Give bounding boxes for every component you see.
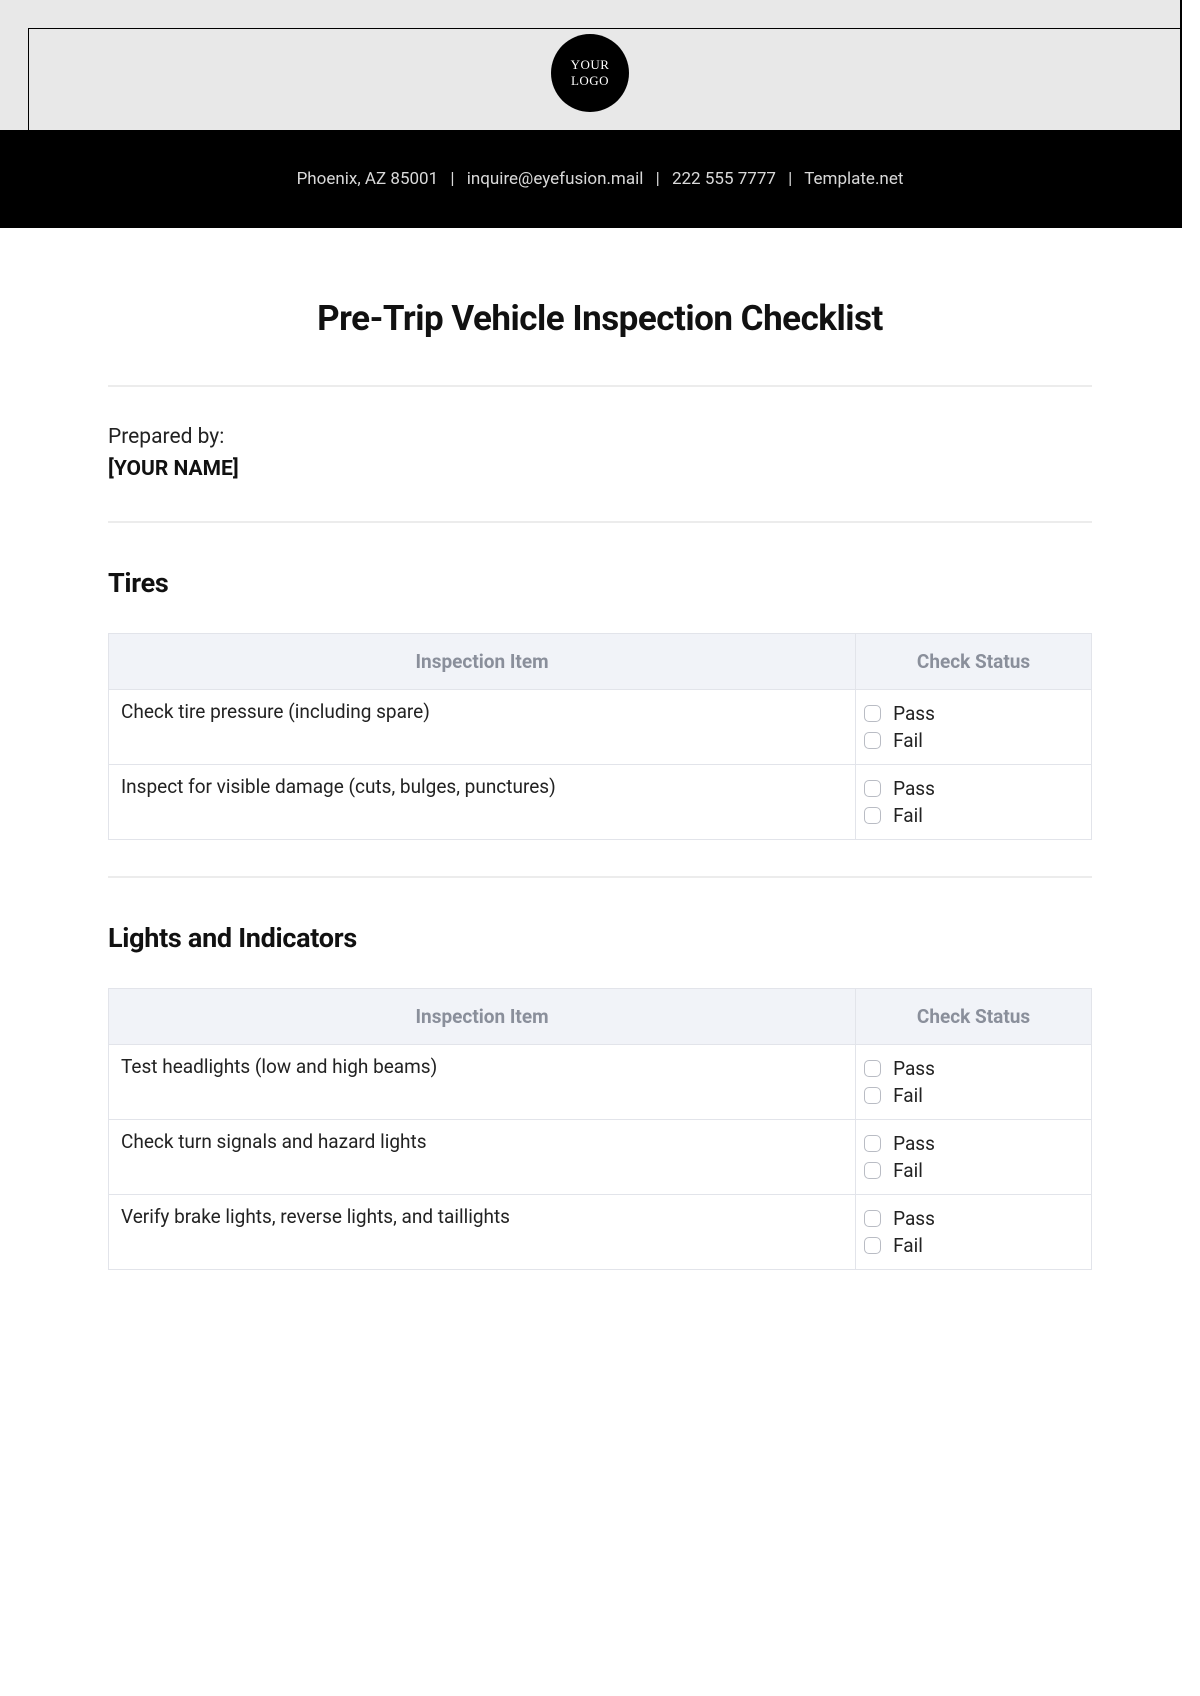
inspection-item: Inspect for visible damage (cuts, bulges… — [109, 765, 856, 840]
header-black-band: Phoenix, AZ 85001 | inquire@eyefusion.ma… — [0, 130, 1200, 228]
logo-line-2: LOGO — [571, 73, 609, 89]
check-option-fail[interactable]: Fail — [864, 1084, 1083, 1107]
checkbox-icon[interactable] — [864, 705, 881, 722]
separator-icon: | — [450, 169, 454, 189]
inspection-item: Check tire pressure (including spare) — [109, 690, 856, 765]
header-top-area: YOUR LOGO — [0, 0, 1182, 130]
check-option-fail[interactable]: Fail — [864, 1234, 1083, 1257]
check-label: Pass — [893, 1207, 935, 1230]
check-option-pass[interactable]: Pass — [864, 1132, 1083, 1155]
header-phone: 222 555 7777 — [672, 169, 776, 189]
table-row: Inspect for visible damage (cuts, bulges… — [109, 765, 1092, 840]
table-row: Test headlights (low and high beams) Pas… — [109, 1045, 1092, 1120]
separator-icon: | — [656, 169, 660, 189]
header-right-margin — [1182, 130, 1200, 228]
checkbox-icon[interactable] — [864, 1237, 881, 1254]
page-title: Pre-Trip Vehicle Inspection Checklist — [108, 298, 1092, 339]
inspection-item: Test headlights (low and high beams) — [109, 1045, 856, 1120]
check-option-pass[interactable]: Pass — [864, 702, 1083, 725]
check-label: Fail — [893, 729, 923, 752]
checkbox-icon[interactable] — [864, 1162, 881, 1179]
column-header-item: Inspection Item — [109, 989, 856, 1045]
prepared-by-name: [YOUR NAME] — [108, 457, 1092, 481]
prepared-by-block: Prepared by: [YOUR NAME] — [108, 387, 1092, 521]
table-row: Verify brake lights, reverse lights, and… — [109, 1195, 1092, 1270]
separator-icon: | — [788, 169, 792, 189]
content-area: Pre-Trip Vehicle Inspection Checklist Pr… — [0, 228, 1200, 1270]
checkbox-icon[interactable] — [864, 1060, 881, 1077]
table-tires: Inspection Item Check Status Check tire … — [108, 633, 1092, 840]
header-contact-info: Phoenix, AZ 85001 | inquire@eyefusion.ma… — [297, 169, 904, 189]
status-cell: Pass Fail — [856, 765, 1092, 840]
check-label: Fail — [893, 1234, 923, 1257]
page-frame: YOUR LOGO Phoenix, AZ 85001 | inquire@ey… — [0, 0, 1200, 1270]
check-label: Pass — [893, 1132, 935, 1155]
check-label: Fail — [893, 804, 923, 827]
header-address: Phoenix, AZ 85001 — [297, 169, 439, 189]
status-cell: Pass Fail — [856, 1045, 1092, 1120]
check-option-pass[interactable]: Pass — [864, 1057, 1083, 1080]
check-label: Pass — [893, 777, 935, 800]
checkbox-icon[interactable] — [864, 732, 881, 749]
status-cell: Pass Fail — [856, 1195, 1092, 1270]
inspection-item: Verify brake lights, reverse lights, and… — [109, 1195, 856, 1270]
checkbox-icon[interactable] — [864, 780, 881, 797]
checkbox-icon[interactable] — [864, 807, 881, 824]
check-label: Fail — [893, 1159, 923, 1182]
check-option-fail[interactable]: Fail — [864, 804, 1083, 827]
check-option-pass[interactable]: Pass — [864, 1207, 1083, 1230]
column-header-status: Check Status — [856, 989, 1092, 1045]
header-source: Template.net — [804, 169, 903, 189]
table-row: Check tire pressure (including spare) Pa… — [109, 690, 1092, 765]
checkbox-icon[interactable] — [864, 1210, 881, 1227]
logo-circle: YOUR LOGO — [551, 34, 629, 112]
table-row: Check turn signals and hazard lights Pas… — [109, 1120, 1092, 1195]
check-label: Pass — [893, 702, 935, 725]
checkbox-icon[interactable] — [864, 1087, 881, 1104]
header-email: inquire@eyefusion.mail — [467, 169, 644, 189]
table-lights: Inspection Item Check Status Test headli… — [108, 988, 1092, 1270]
check-option-fail[interactable]: Fail — [864, 729, 1083, 752]
logo-line-1: YOUR — [571, 57, 610, 73]
prepared-by-label: Prepared by: — [108, 425, 1092, 449]
check-option-fail[interactable]: Fail — [864, 1159, 1083, 1182]
column-header-item: Inspection Item — [109, 634, 856, 690]
status-cell: Pass Fail — [856, 690, 1092, 765]
divider — [108, 521, 1092, 523]
check-label: Pass — [893, 1057, 935, 1080]
checkbox-icon[interactable] — [864, 1135, 881, 1152]
divider — [108, 876, 1092, 878]
section-title-tires: Tires — [108, 567, 1092, 599]
check-label: Fail — [893, 1084, 923, 1107]
status-cell: Pass Fail — [856, 1120, 1092, 1195]
check-option-pass[interactable]: Pass — [864, 777, 1083, 800]
column-header-status: Check Status — [856, 634, 1092, 690]
section-title-lights: Lights and Indicators — [108, 922, 1092, 954]
inspection-item: Check turn signals and hazard lights — [109, 1120, 856, 1195]
